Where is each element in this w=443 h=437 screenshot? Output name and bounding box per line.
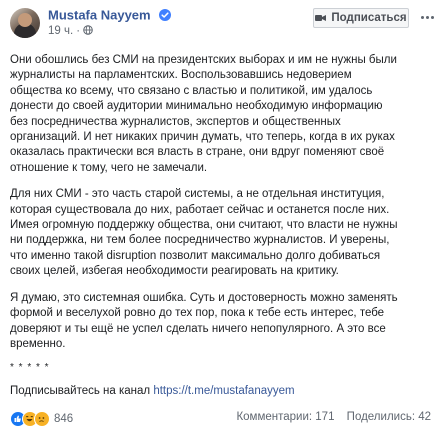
more-options-icon[interactable] (418, 10, 436, 24)
post-meta: 19 ч. · (48, 25, 93, 37)
post-paragraph: Для них СМИ - это часть старой системы, … (10, 188, 398, 278)
avatar[interactable] (10, 8, 40, 38)
subscribe-button-label: Подписаться (331, 12, 407, 24)
subscribe-button[interactable]: Подписаться (313, 8, 409, 28)
globe-icon (83, 25, 93, 35)
sad-icon (34, 411, 50, 427)
post-header: Mustafa Nayyem 19 ч. · Подписаться (0, 0, 443, 48)
subscribe-line: Подписывайтесь на канал https://t.me/mus… (10, 385, 295, 397)
post-timestamp[interactable]: 19 ч. (48, 25, 73, 37)
post-paragraph: Они обошлись без СМИ на президентских вы… (10, 54, 397, 174)
reactions-summary[interactable]: 846 (10, 410, 73, 428)
reaction-count: 846 (54, 413, 74, 425)
separator-dot: · (76, 25, 81, 37)
post-text: Они обошлись без СМИ на президентских вы… (10, 53, 434, 363)
shares-count[interactable]: Поделились: 42 (347, 411, 431, 423)
footer-stats: Комментарии: 171 Поделились: 42 (236, 411, 431, 423)
subscribe-text: Подписывайтесь на канал (10, 385, 151, 397)
author-name[interactable]: Mustafa Nayyem (48, 7, 151, 22)
separator-stars: * * * * * (10, 362, 50, 373)
channel-link[interactable]: https://t.me/mustafanayyem (153, 385, 294, 397)
verified-badge-icon (159, 8, 172, 21)
comments-count[interactable]: Комментарии: 171 (236, 411, 334, 423)
author-row: Mustafa Nayyem (48, 6, 172, 24)
post-paragraph: Я думаю, это системная ошибка. Суть и до… (10, 291, 398, 350)
rss-icon (315, 15, 327, 21)
